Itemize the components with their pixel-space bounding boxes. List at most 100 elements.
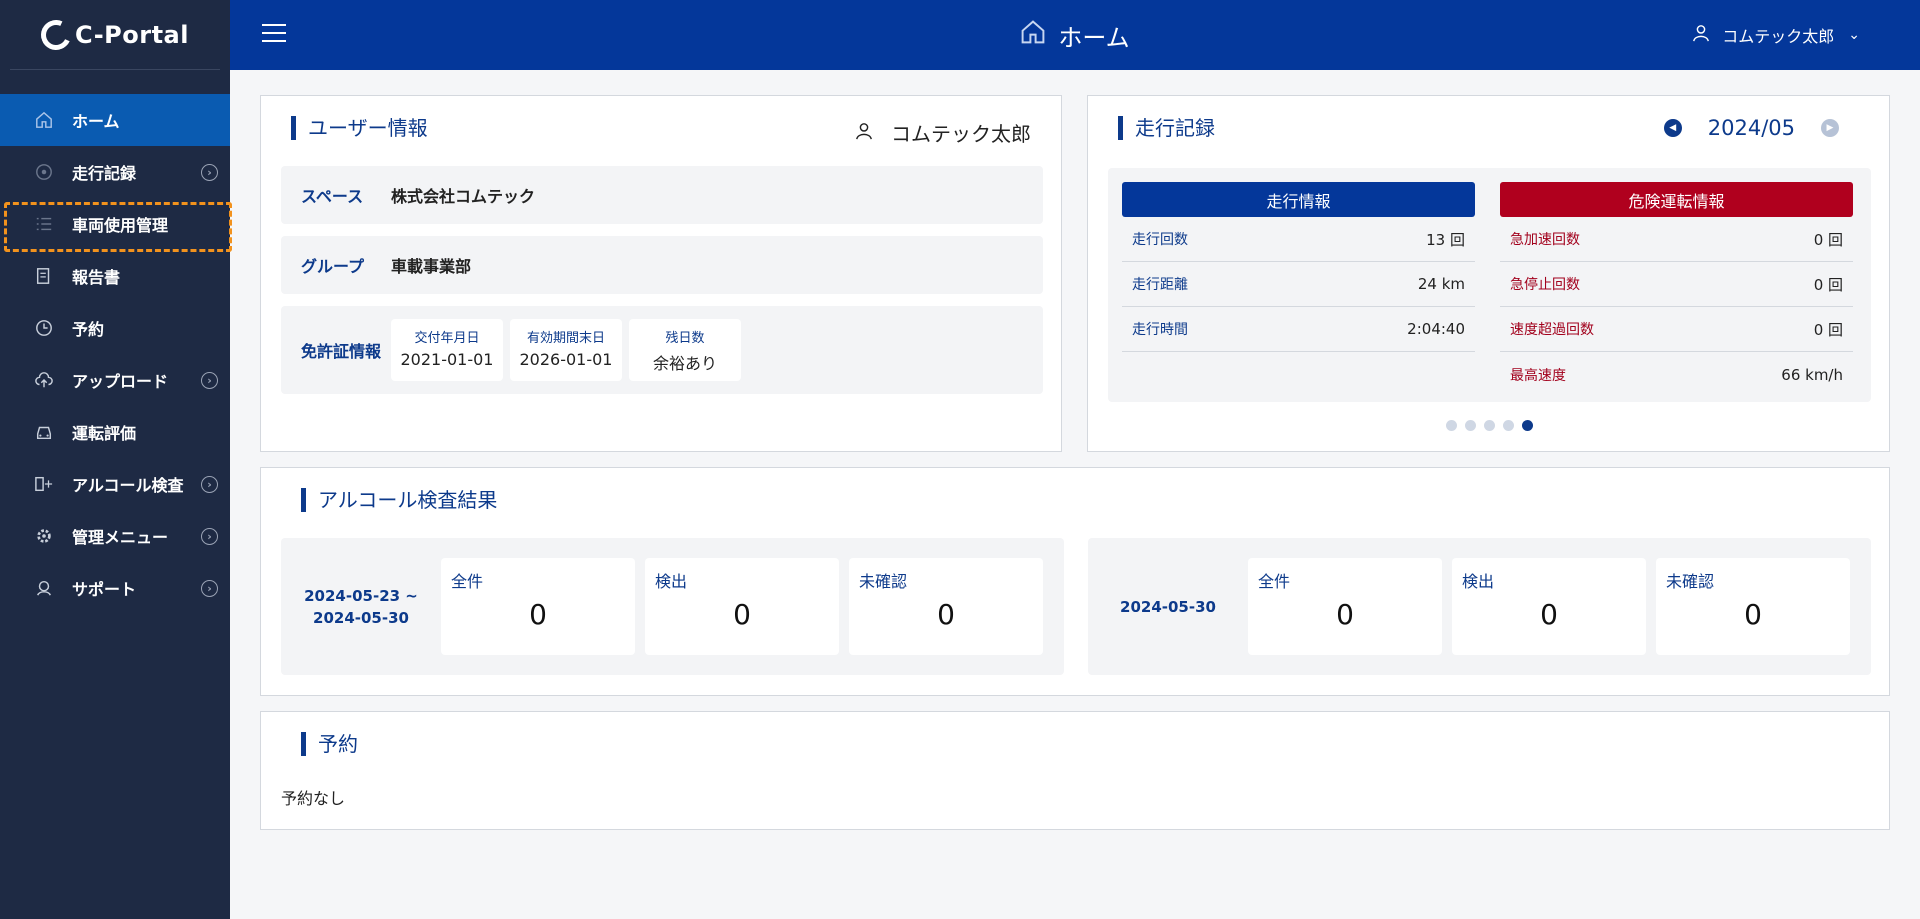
alcohol-stat-label: 検出 [1462,572,1495,591]
license-field-label: 交付年月日 [414,331,480,346]
drive-info-row: 走行距離 24 km [1122,262,1475,307]
license-field-value: 2026-01-01 [519,350,613,369]
alcohol-stat-label: 未確認 [859,572,908,591]
danger-info-label: 急加速回数 [1510,232,1580,248]
user-menu[interactable]: コムテック太郎 ⌄ [1692,0,1860,70]
alcohol-stat-label: 全件 [451,572,484,591]
current-month: 2024/05 [1707,116,1795,140]
alcohol-period: 2024-05-30 [1088,538,1248,675]
alcohol-unconfirmed-box[interactable]: 未確認 0 [849,558,1043,655]
sidebar-item-support[interactable]: サポート › [0,562,230,614]
sidebar-item-label: アップロード [72,372,169,391]
month-navigator: ◀ 2024/05 ▶ [1663,116,1839,140]
carousel-dot[interactable] [1484,420,1495,431]
user-icon [855,121,873,145]
drive-info-column: 走行情報 走行回数 13 回 走行距離 24 km 走行時間 2:04:40 [1122,182,1475,352]
sidebar-item-report[interactable]: 報告書 [0,250,230,302]
license-row: 免許証情報 交付年月日 2021-01-01 有効期間末日 2026-01-01… [281,306,1043,394]
alcohol-stat-label: 検出 [655,572,688,591]
carousel-dot[interactable] [1446,420,1457,431]
sidebar-item-vehicle-usage[interactable]: 車両使用管理 [0,198,232,252]
reservation-card: 予約 予約なし [260,711,1890,830]
reservation-empty-text: 予約なし [281,789,346,808]
chevron-right-icon[interactable]: › [201,163,218,181]
license-remaining-days: 残日数 余裕あり [629,319,741,381]
car-icon [34,422,54,442]
sidebar-item-admin-menu[interactable]: 管理メニュー › [0,510,230,562]
sidebar-item-reservation[interactable]: 予約 [0,302,230,354]
user-info-title: ユーザー情報 [291,116,428,140]
drive-record-title: 走行記録 [1118,116,1215,140]
drive-info-row: 走行時間 2:04:40 [1122,307,1475,352]
page-title: ホーム [230,0,1920,70]
alcohol-period-end: 2024-05-30 [313,608,409,627]
carousel-dot[interactable] [1465,420,1476,431]
sidebar-item-driving-evaluation[interactable]: 運転評価 [0,406,230,458]
steering-icon [34,162,54,182]
carousel-dot[interactable] [1503,420,1514,431]
drive-record-card: 走行記録 ◀ 2024/05 ▶ 走行情報 走行回数 13 回 走行距離 24 … [1087,95,1890,452]
next-month-button[interactable]: ▶ [1821,119,1839,137]
sidebar-item-label: サポート [72,580,137,599]
alcohol-total-box[interactable]: 全件 0 [1248,558,1442,655]
reservation-title: 予約 [301,732,358,756]
space-row: スペース 株式会社コムテック [281,166,1043,224]
license-field-label: 残日数 [665,331,705,346]
sidebar-item-home[interactable]: ホーム [0,94,230,146]
space-label: スペース [301,187,364,206]
alcohol-total-box[interactable]: 全件 0 [441,558,635,655]
sidebar-item-label: 予約 [72,320,105,339]
hamburger-menu-icon[interactable] [262,24,286,44]
danger-info-value: 66 km/h [1781,365,1843,384]
group-value: 車載事業部 [391,257,472,276]
sidebar-item-label: ホーム [72,112,120,131]
sidebar-item-label: 報告書 [72,268,121,287]
user-info-card: ユーザー情報 コムテック太郎 スペース 株式会社コムテック グループ 車載事業部… [260,95,1062,452]
user-icon [1692,24,1710,46]
license-field-label: 有効期間末日 [526,331,605,346]
license-field-value: 2021-01-01 [400,350,494,369]
danger-info-label: 最高速度 [1510,367,1566,384]
danger-info-row: 速度超過回数 0 回 [1500,307,1853,352]
chevron-down-icon: ⌄ [1848,27,1860,43]
prev-month-button[interactable]: ◀ [1663,119,1682,137]
sidebar-item-drive-record[interactable]: 走行記録 › [0,146,230,198]
group-label: グループ [301,257,365,276]
list-icon [34,214,54,234]
drive-info-label: 走行時間 [1132,322,1188,338]
drive-info-row: 走行回数 13 回 [1122,217,1475,262]
alcohol-period-start: 2024-05-30 [1120,597,1216,616]
chevron-right-icon[interactable]: › [201,527,218,545]
user-info-name: コムテック太郎 [855,118,1031,147]
chevron-right-icon[interactable]: › [201,371,218,389]
logo-mark-icon [36,15,76,54]
logo[interactable]: C-Portal [10,0,220,70]
carousel-dot-active[interactable] [1522,420,1533,431]
danger-info-label: 急停止回数 [1510,277,1580,293]
user-menu-name: コムテック太郎 [1722,27,1835,46]
sidebar-item-label: 走行記録 [72,164,137,183]
drive-info-value: 24 km [1417,275,1465,293]
danger-info-value: 0 回 [1813,275,1843,294]
alcohol-stat-label: 未確認 [1666,572,1715,591]
sidebar-item-label: 運転評価 [72,424,137,443]
alcohol-result-card: アルコール検査結果 2024-05-23 ~ 2024-05-30 全件 0 検… [260,467,1890,696]
license-issue-date: 交付年月日 2021-01-01 [391,319,503,381]
alcohol-weekly-panel: 2024-05-23 ~ 2024-05-30 全件 0 検出 0 未確認 0 [281,538,1064,675]
danger-info-label: 速度超過回数 [1510,322,1594,338]
alcohol-detected-box[interactable]: 検出 0 [1452,558,1646,655]
space-value: 株式会社コムテック [391,187,536,206]
alcohol-icon [34,474,54,494]
alcohol-stat-value: 0 [733,598,751,631]
sidebar-item-alcohol-check[interactable]: アルコール検査 › [0,458,230,510]
chevron-right-icon[interactable]: › [201,579,218,597]
alcohol-unconfirmed-box[interactable]: 未確認 0 [1656,558,1850,655]
sidebar-item-upload[interactable]: アップロード › [0,354,230,406]
drive-info-label: 走行距離 [1132,277,1188,293]
danger-info-row: 急加速回数 0 回 [1500,217,1853,262]
alcohol-detected-box[interactable]: 検出 0 [645,558,839,655]
drive-info-value: 2:04:40 [1407,320,1465,338]
chevron-right-icon[interactable]: › [201,475,218,493]
drive-record-panel: 走行情報 走行回数 13 回 走行距離 24 km 走行時間 2:04:40 危… [1108,168,1871,402]
sidebar-item-label: 管理メニュー [72,528,169,547]
